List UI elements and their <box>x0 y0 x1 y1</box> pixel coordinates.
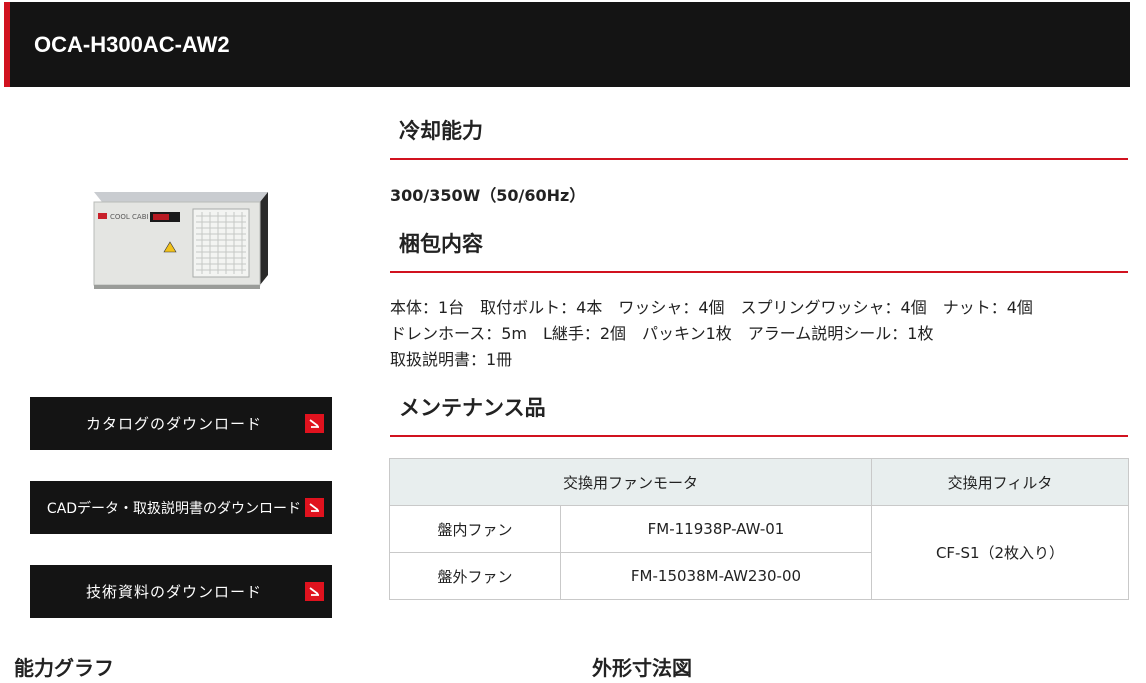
download-arrow-icon <box>305 498 324 517</box>
package-contents-heading: 梱包内容 <box>390 225 1128 273</box>
catalog-download-button[interactable]: カタログのダウンロード <box>30 397 332 450</box>
fan-motor-header: 交換用ファンモータ <box>389 458 872 506</box>
download-arrow-icon <box>305 582 324 601</box>
package-contents-line: 本体：1台 取付ボルト：4本 ワッシャ：4個 スプリングワッシャ：4個 ナット：… <box>390 298 1033 317</box>
product-image: COOL CABI <box>93 192 268 289</box>
cad-manual-download-button[interactable]: CADデータ・取扱説明書のダウンロード <box>30 481 332 534</box>
package-contents-line: 取扱説明書：1冊 <box>390 350 513 369</box>
header-bar: OCA-H300AC-AW2 <box>4 2 1130 87</box>
technical-docs-download-button[interactable]: 技術資料のダウンロード <box>30 565 332 618</box>
dimension-drawing-title: 外形寸法図 <box>592 656 692 680</box>
product-logo-text: COOL CABI <box>110 213 149 221</box>
fan-part-cell: FM-11938P-AW-01 <box>560 505 872 553</box>
cooling-capacity-value: 300/350W（50/60Hz） <box>390 186 586 205</box>
maintenance-table: 交換用ファンモータ 交換用フィルタ 盤内ファン FM-11938P-AW-01 … <box>389 458 1129 600</box>
filter-cell: CF-S1（2枚入り） <box>871 505 1129 600</box>
table-row: 盤内ファン FM-11938P-AW-01 CF-S1（2枚入り） <box>389 505 1129 600</box>
fan-name-cell: 盤外ファン <box>389 552 561 600</box>
package-contents-line: ドレンホース：5m L継手：2個 パッキン1枚 アラーム説明シール：1枚 <box>390 324 934 343</box>
maintenance-heading: メンテナンス品 <box>390 389 1128 437</box>
cooling-capacity-heading: 冷却能力 <box>390 112 1128 160</box>
fan-name-cell: 盤内ファン <box>389 505 561 553</box>
table-header-row: 交換用ファンモータ 交換用フィルタ <box>389 458 1129 506</box>
filter-header: 交換用フィルタ <box>871 458 1129 506</box>
catalog-download-label: カタログのダウンロード <box>85 415 262 433</box>
download-arrow-icon <box>305 414 324 433</box>
technical-docs-download-label: 技術資料のダウンロード <box>85 583 262 601</box>
cad-manual-download-label: CADデータ・取扱説明書のダウンロード <box>46 500 302 517</box>
page-title: OCA-H300AC-AW2 <box>34 32 230 57</box>
fan-part-cell: FM-15038M-AW230-00 <box>560 552 872 600</box>
capacity-graph-title: 能力グラフ <box>14 656 114 680</box>
